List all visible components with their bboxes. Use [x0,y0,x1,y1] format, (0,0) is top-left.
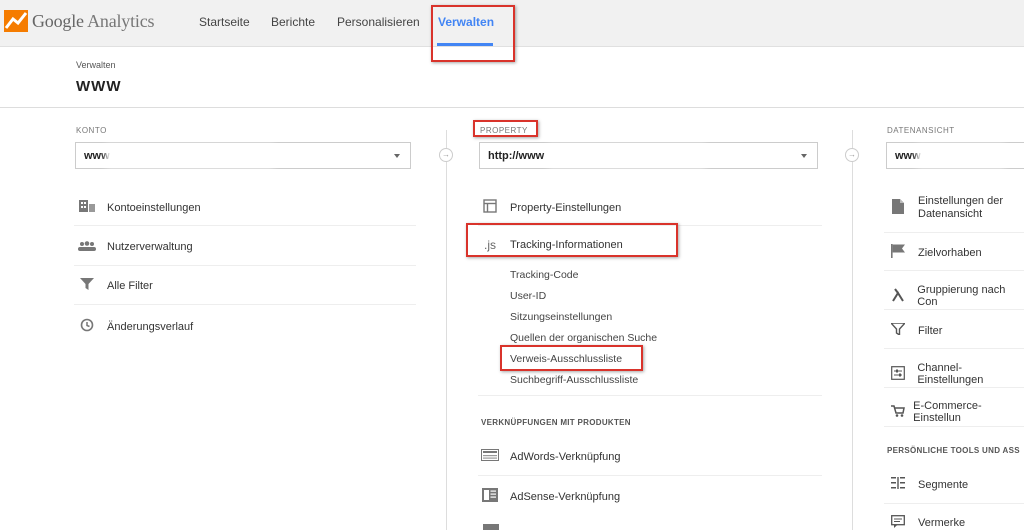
logo-product-text: Analytics [87,10,155,31]
menu-label: Channel-Einstellungen [917,362,984,386]
menu-alle-filter[interactable]: Alle Filter [78,278,153,293]
divider [884,270,1024,271]
redacted-area [552,149,702,163]
menu-segmente[interactable]: Segmente [889,477,968,492]
users-icon [78,239,96,254]
link-user-id[interactable]: User-ID [510,290,546,302]
divider [74,304,416,305]
menu-aenderungsverlauf[interactable]: Änderungsverlauf [78,318,193,335]
filter-icon [889,322,907,338]
comment-icon [889,515,907,530]
menu-label: Gruppierung nach Con [917,284,1006,308]
konto-label: KONTO [76,126,107,135]
arrow-right-icon: → [439,148,453,162]
menu-property-einstellungen[interactable]: Property-Einstellungen [481,199,621,216]
divider [74,265,416,266]
menu-label: E-Commerce-Einstellun [913,400,982,424]
cart-icon [889,404,906,420]
chevron-down-icon [394,154,400,158]
section-heading-produkte: VERKNÜPFUNGEN MIT PRODUKTEN [481,418,631,427]
grouping-icon [889,287,906,305]
highlight-box-tracking-informationen [466,223,678,257]
building-icon [78,200,96,215]
filter-icon [78,278,96,293]
menu-label: Änderungsverlauf [107,320,194,333]
menu-gruppierung[interactable]: Gruppierung nach Con [889,284,1024,308]
divider [884,309,1024,310]
menu-label: Vermerke [918,517,966,529]
konto-select[interactable]: www [75,142,411,169]
menu-ecommerce-einstellungen[interactable]: E-Commerce-Einstellun [889,400,1024,424]
arrow-right-icon: → [845,148,859,162]
analytics-chart-icon [4,10,28,32]
partial-icon [483,524,499,530]
link-sitzungseinstellungen[interactable]: Sitzungseinstellungen [510,311,612,323]
nav-personalisieren[interactable]: Personalisieren [337,15,420,29]
menu-label-line2: Datenansicht [918,208,983,220]
menu-zielvorhaben[interactable]: Zielvorhaben [889,244,982,261]
datenansicht-select[interactable]: www [886,142,1024,169]
menu-einstellungen-datenansicht[interactable]: Einstellungen der Datenansicht [889,195,1003,221]
divider [884,348,1024,349]
channel-icon [889,365,906,383]
menu-nutzerverwaltung[interactable]: Nutzerverwaltung [78,239,193,254]
divider [884,232,1024,233]
history-icon [78,318,96,335]
flag-icon [889,244,907,261]
menu-vermerke[interactable]: Vermerke [889,515,965,530]
column-divider [852,130,853,530]
divider [884,426,1024,427]
link-tracking-code[interactable]: Tracking-Code [510,269,578,281]
highlight-box-verweis-ausschlussliste [500,345,643,371]
datenansicht-selected-value: www [895,150,921,162]
konto-selected-value: www [84,150,110,162]
document-icon [889,199,907,217]
menu-label: Kontoeinstellungen [107,201,201,214]
datenansicht-label: DATENANSICHT [887,126,955,135]
property-select[interactable]: http://www [479,142,818,169]
divider [884,387,1024,388]
header-divider [0,107,1024,108]
link-suchbegriff-ausschlussliste[interactable]: Suchbegriff-Ausschlussliste [510,374,638,386]
nav-startseite[interactable]: Startseite [199,15,250,29]
chevron-down-icon [801,154,807,158]
column-divider [446,130,447,530]
breadcrumb: Verwalten [76,60,116,70]
window-icon [481,199,499,216]
menu-label: Alle Filter [107,279,153,292]
menu-channel-einstellungen[interactable]: Channel-Einstellungen [889,362,1024,386]
property-selected-value: http://www [488,150,545,162]
divider [884,503,1024,504]
menu-label: Zielvorhaben [918,246,982,259]
adsense-icon [481,488,499,505]
menu-label: Filter [918,324,943,337]
menu-label: Nutzerverwaltung [107,240,193,253]
segments-icon [889,477,907,492]
menu-label: AdSense-Verknüpfung [510,490,621,503]
menu-label: Property-Einstellungen [510,201,622,214]
menu-adsense-verknuepfung[interactable]: AdSense-Verknüpfung [481,488,620,505]
highlight-box-property [473,120,538,137]
google-analytics-logo[interactable]: Google Analytics [4,10,154,32]
menu-label: Einstellungen der [918,195,1004,207]
divider [74,225,416,226]
divider [478,475,822,476]
highlight-box-verwalten [431,5,515,62]
page-title: WWW [76,78,122,95]
menu-filter[interactable]: Filter [889,322,943,338]
menu-label: Segmente [918,478,969,491]
menu-kontoeinstellungen[interactable]: Kontoeinstellungen [78,200,201,215]
logo-google-text: Google [32,10,84,31]
nav-berichte[interactable]: Berichte [271,15,315,29]
divider [478,395,822,396]
adwords-icon [481,449,499,464]
menu-label: AdWords-Verknüpfung [510,450,621,463]
redacted-area [110,149,270,163]
link-quellen-organische-suche[interactable]: Quellen der organischen Suche [510,332,657,344]
redacted-area [921,149,1001,163]
section-heading-tools: PERSÖNLICHE TOOLS UND ASS [887,446,1020,455]
menu-adwords-verknuepfung[interactable]: AdWords-Verknüpfung [481,449,620,464]
